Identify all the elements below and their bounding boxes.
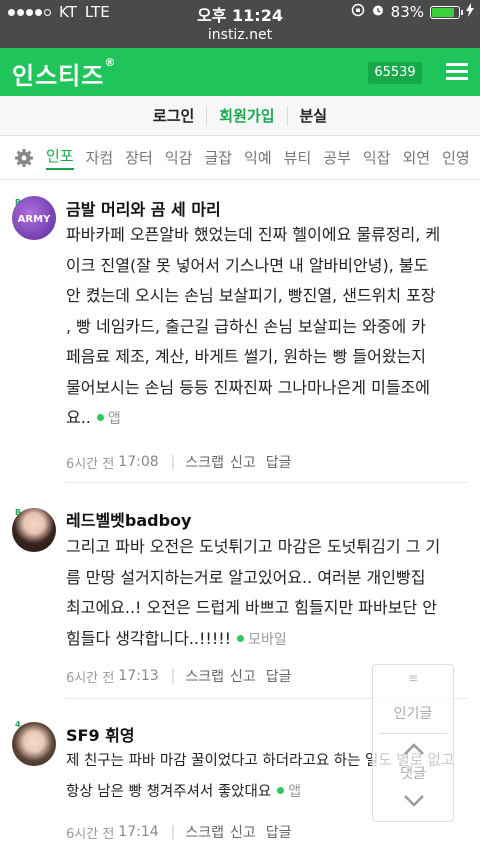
report-button[interactable]: 신고 (230, 822, 256, 842)
avatar[interactable]: ARMY (12, 196, 56, 240)
report-button[interactable]: 신고 (230, 666, 256, 686)
category-tab[interactable]: 익예 (244, 147, 272, 168)
device-dot-icon (237, 634, 245, 642)
url-bar[interactable]: instiz.net (0, 24, 480, 48)
lost-account-link[interactable]: 분실 (288, 106, 340, 126)
reply-button[interactable]: 답글 (266, 666, 292, 686)
comment-nickname[interactable]: 금발 머리와 곰 세 마리 (66, 196, 221, 220)
alarm-icon (371, 3, 385, 21)
comment-time: 17:14 (118, 824, 159, 840)
comment-meta: 6시간 전 17:13 | 스크랩 신고 답글 (66, 666, 292, 686)
category-tab[interactable]: 외연 (402, 147, 430, 168)
category-tab[interactable]: 장터 (125, 147, 153, 168)
reply-button[interactable]: 답글 (266, 822, 292, 842)
signup-link[interactable]: 회원가입 (207, 105, 288, 126)
avatar-text: ARMY (18, 214, 51, 225)
category-nav: 인포 자컴 장터 익감 글잡 익예 뷰티 공부 익잡 외연 인영 (0, 136, 480, 180)
chevron-up-icon[interactable] (403, 741, 425, 760)
floating-nav-widget[interactable]: ≡ 인기글 댓글 (372, 664, 454, 822)
online-counter: 65539 (368, 62, 422, 84)
comment-time: 17:13 (118, 668, 159, 684)
category-tab[interactable]: 인영 (442, 147, 470, 168)
popular-posts-button[interactable]: 인기글 (373, 703, 453, 723)
comment-time: 17:08 (118, 454, 159, 470)
site-header: 인스티즈® 65539 (0, 48, 480, 96)
reply-button[interactable]: 답글 (266, 452, 292, 472)
category-tab[interactable]: 익잡 (363, 147, 391, 168)
device-dot-icon (277, 787, 285, 794)
avatar[interactable] (12, 508, 56, 552)
chevron-down-icon[interactable] (403, 793, 425, 812)
category-tab[interactable]: 글잡 (204, 147, 232, 168)
category-tab-info[interactable]: 인포 (46, 145, 74, 170)
comments-jump-button[interactable]: 댓글 (373, 763, 453, 783)
device-label: 모바일 (248, 631, 287, 648)
scrap-button[interactable]: 스크랩 (185, 666, 224, 686)
scrap-button[interactable]: 스크랩 (185, 452, 224, 472)
category-tab[interactable]: 뷰티 (284, 147, 312, 168)
report-button[interactable]: 신고 (230, 452, 256, 472)
divider (66, 482, 468, 483)
device-label: 앱 (288, 783, 302, 800)
charging-icon (466, 3, 474, 21)
avatar[interactable] (12, 722, 56, 766)
login-link[interactable]: 로그인 (141, 105, 208, 126)
device-label: 앱 (107, 411, 121, 427)
category-tab[interactable]: 익감 (165, 147, 193, 168)
battery-percent: 83% (390, 3, 424, 21)
comment-nickname[interactable]: SF9 휘영 (66, 722, 135, 746)
drag-handle-icon[interactable]: ≡ (373, 671, 453, 685)
comment-body: 그리고 파바 오전은 도넛튀기고 마감은 도넛튀김기 그 기 름 만땅 설거지하… (66, 537, 441, 648)
hamburger-menu-icon[interactable] (446, 63, 468, 81)
rotation-lock-icon (351, 3, 365, 21)
auth-bar: 로그인 회원가입 분실 (0, 96, 480, 136)
comment-body: 파바카페 오픈알바 했었는데 진짜 헬이에요 물류정리, 케 이크 진열(잘 못… (66, 225, 441, 427)
scrap-button[interactable]: 스크랩 (185, 822, 224, 842)
site-logo[interactable]: 인스티즈® (12, 56, 116, 91)
comment-meta: 6시간 전 17:08 | 스크랩 신고 답글 (66, 452, 292, 472)
device-dot-icon (96, 414, 104, 421)
comment-meta: 6시간 전 17:14 | 스크랩 신고 답글 (66, 822, 292, 842)
status-bar: KT LTE 오후 11:24 83% (0, 0, 480, 25)
battery-icon (430, 5, 463, 19)
category-tab[interactable]: 공부 (323, 147, 351, 168)
comment-nickname[interactable]: 레드벨벳badboy (66, 507, 191, 531)
gear-icon[interactable] (14, 148, 34, 168)
category-tab[interactable]: 자컴 (86, 147, 114, 168)
